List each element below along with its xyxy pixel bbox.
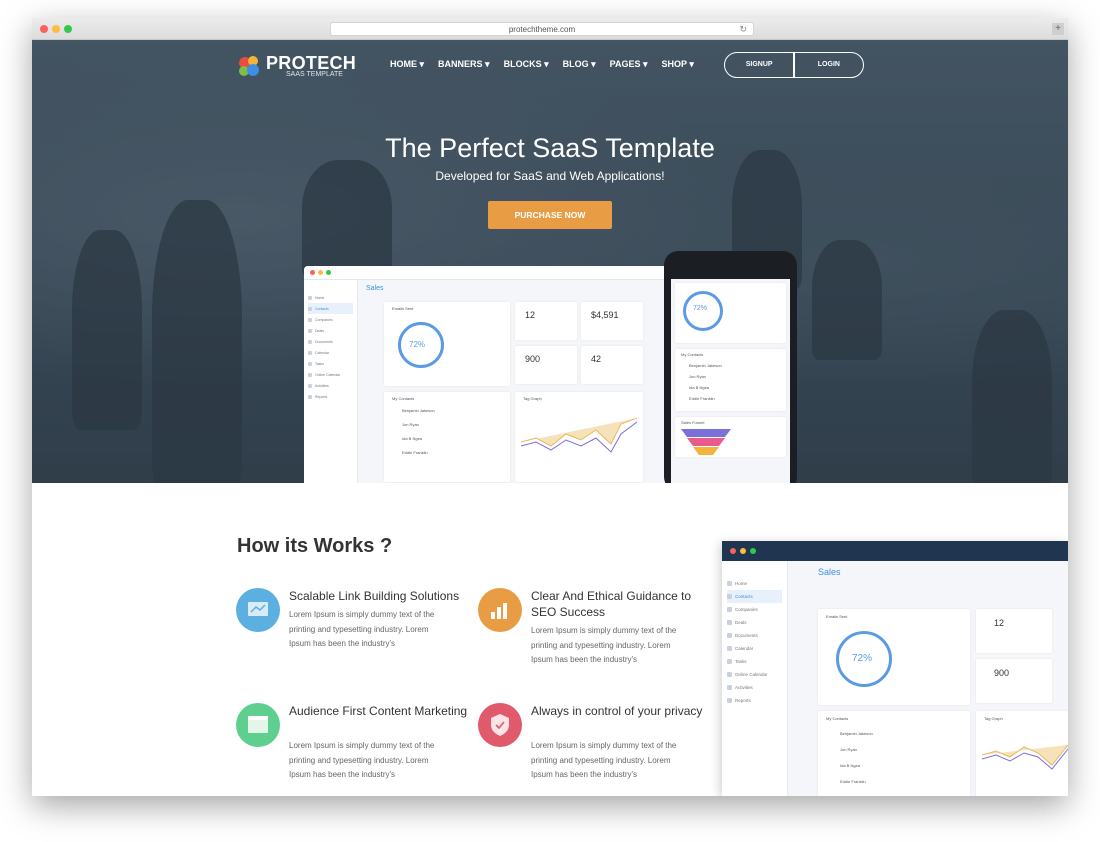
close-window-button[interactable] bbox=[40, 25, 48, 33]
sidebar-row: Documents bbox=[727, 629, 782, 642]
menu-item-shop[interactable]: SHOP ▾ bbox=[662, 59, 694, 70]
stat-card: 42 bbox=[581, 346, 643, 384]
dashboard-sidebar: Home Contacts Companies Deals Documents … bbox=[722, 561, 788, 796]
feature-title: Always in control of your privacy bbox=[531, 704, 703, 718]
emails-sent-card: Emails Sent 72% bbox=[818, 609, 970, 705]
dashboard-page-title: Sales bbox=[366, 285, 384, 292]
sidebar-row: Tasks bbox=[308, 358, 353, 369]
menu-item-blog[interactable]: BLOG ▾ bbox=[563, 59, 596, 70]
purchase-now-button[interactable]: PURCHASE NOW bbox=[488, 201, 612, 229]
signup-button[interactable]: SIGNUP bbox=[725, 53, 793, 77]
shield-check-icon bbox=[478, 703, 522, 747]
browser-chrome: protechtheme.com ↻ + bbox=[32, 18, 1068, 40]
sidebar-row: Contacts bbox=[308, 303, 353, 314]
sidebar-row: Contacts bbox=[727, 590, 782, 603]
tag-graph-card: Tag Graph bbox=[515, 392, 643, 482]
stat-card: 12 bbox=[515, 302, 577, 340]
url-text: protechtheme.com bbox=[508, 25, 576, 34]
menu-item-blocks[interactable]: BLOCKS ▾ bbox=[504, 59, 549, 70]
emails-sent-card: Emails Sent 72% bbox=[384, 302, 510, 386]
hero-subtitle: Developed for SaaS and Web Applications! bbox=[435, 169, 665, 183]
stat-card: 900 bbox=[976, 659, 1052, 703]
tag-graph-chart bbox=[982, 744, 1068, 770]
sales-funnel-chart bbox=[681, 429, 731, 455]
tag-graph-card: Tag Graph bbox=[976, 711, 1068, 796]
feature-text: Lorem Ipsum is simply dummy text of the p… bbox=[289, 610, 435, 648]
sidebar-row: Activities bbox=[727, 681, 782, 694]
hero-section: PROTECH SAAS TEMPLATE HOME ▾ BANNERS ▾ B… bbox=[32, 40, 1068, 483]
sidebar-row: Calendar bbox=[727, 642, 782, 655]
sidebar-row: Documents bbox=[308, 336, 353, 347]
sidebar-row: Calendar bbox=[308, 347, 353, 358]
feature-title: Scalable Link Building Solutions bbox=[289, 589, 460, 603]
phone-funnel-card: Sales Funnel bbox=[675, 417, 786, 457]
sidebar-row: Home bbox=[308, 292, 353, 303]
stat-card: $4,591 bbox=[581, 302, 643, 340]
contacts-card: My Contacts Benjamin Jakeson Jon Ryan Id… bbox=[818, 711, 970, 796]
menu-item-banners[interactable]: BANNERS ▾ bbox=[438, 59, 490, 70]
dashboard-screenshot: Home Contacts Companies Deals Documents … bbox=[304, 266, 668, 483]
mockup-dot bbox=[740, 548, 746, 554]
minimize-window-button[interactable] bbox=[52, 25, 60, 33]
phone-contacts-card: My Contacts Benjamin Jakeson Jon Ryan Id… bbox=[675, 349, 786, 411]
sidebar-row: Deals bbox=[308, 325, 353, 336]
feature-title: Audience First Content Marketing bbox=[289, 704, 468, 718]
dashboard-sidebar: Home Contacts Companies Deals Documents … bbox=[304, 280, 358, 483]
logo-mark-icon bbox=[239, 56, 259, 76]
sidebar-row: Companies bbox=[727, 603, 782, 616]
dashboard-titlebar bbox=[722, 541, 1068, 561]
sidebar-row: Reports bbox=[727, 694, 782, 707]
how-it-works-section: How its Works ? Scalable Link Building S… bbox=[32, 483, 1068, 796]
dashboard-titlebar bbox=[304, 266, 668, 280]
monitor-chart-icon bbox=[236, 588, 280, 632]
mockup-dot bbox=[310, 270, 315, 275]
feature-text: Lorem Ipsum is simply dummy text of the p… bbox=[531, 626, 677, 664]
sidebar-row: Companies bbox=[308, 314, 353, 325]
main-menu: HOME ▾ BANNERS ▾ BLOCKS ▾ BLOG ▾ PAGES ▾… bbox=[390, 59, 694, 70]
dashboard-page-title: Sales bbox=[818, 567, 841, 577]
contacts-card: My Contacts Benjamin Jakeson Jon Ryan Id… bbox=[384, 392, 510, 482]
zoom-window-button[interactable] bbox=[64, 25, 72, 33]
dashboard-main: Sales Emails Sent 72% 12 $4,591 900 42 M… bbox=[358, 280, 668, 483]
menu-item-pages[interactable]: PAGES ▾ bbox=[610, 59, 648, 70]
sidebar-row: Activities bbox=[308, 380, 353, 391]
tag-graph-chart bbox=[521, 417, 637, 453]
new-tab-button[interactable]: + bbox=[1052, 23, 1064, 35]
phone-emails-card: 72% bbox=[675, 283, 786, 343]
stat-card: 900 bbox=[515, 346, 577, 384]
browser-window: protechtheme.com ↻ + PROTECH SAAS TEMPLA… bbox=[32, 18, 1068, 796]
sidebar-row: Home bbox=[727, 577, 782, 590]
sidebar-row: Online Calendar bbox=[308, 369, 353, 380]
feature-title: Clear And Ethical Guidance to SEO Succes… bbox=[531, 589, 692, 619]
brand-tagline: SAAS TEMPLATE bbox=[286, 71, 343, 78]
sidebar-row: Online Calendar bbox=[727, 668, 782, 681]
login-button[interactable]: LOGIN bbox=[795, 53, 863, 77]
bar-chart-icon bbox=[478, 588, 522, 632]
reload-icon[interactable]: ↻ bbox=[739, 23, 747, 36]
mockup-dot bbox=[750, 548, 756, 554]
address-bar[interactable]: protechtheme.com ↻ bbox=[330, 22, 754, 36]
mockup-dot bbox=[318, 270, 323, 275]
top-navigation: PROTECH SAAS TEMPLATE HOME ▾ BANNERS ▾ B… bbox=[32, 52, 1068, 88]
auth-buttons: SIGNUP LOGIN bbox=[724, 52, 864, 78]
phone-screen: 72% My Contacts Benjamin Jakeson Jon Rya… bbox=[671, 279, 790, 483]
stat-card: 12 bbox=[976, 609, 1052, 653]
sidebar-row: Reports bbox=[308, 391, 353, 402]
browser-window-icon bbox=[236, 703, 280, 747]
sidebar-row: Tasks bbox=[727, 655, 782, 668]
menu-item-home[interactable]: HOME ▾ bbox=[390, 59, 424, 70]
feature-text: Lorem Ipsum is simply dummy text of the p… bbox=[289, 741, 435, 779]
mockup-dot bbox=[326, 270, 331, 275]
sidebar-row: Deals bbox=[727, 616, 782, 629]
hero-title: The Perfect SaaS Template bbox=[385, 133, 715, 163]
dashboard-screenshot-large: Home Contacts Companies Deals Documents … bbox=[722, 541, 1068, 796]
phone-mockup: 72% My Contacts Benjamin Jakeson Jon Rya… bbox=[664, 251, 797, 483]
feature-text: Lorem Ipsum is simply dummy text of the p… bbox=[531, 741, 677, 779]
mockup-dot bbox=[730, 548, 736, 554]
section-title: How its Works ? bbox=[237, 535, 393, 557]
